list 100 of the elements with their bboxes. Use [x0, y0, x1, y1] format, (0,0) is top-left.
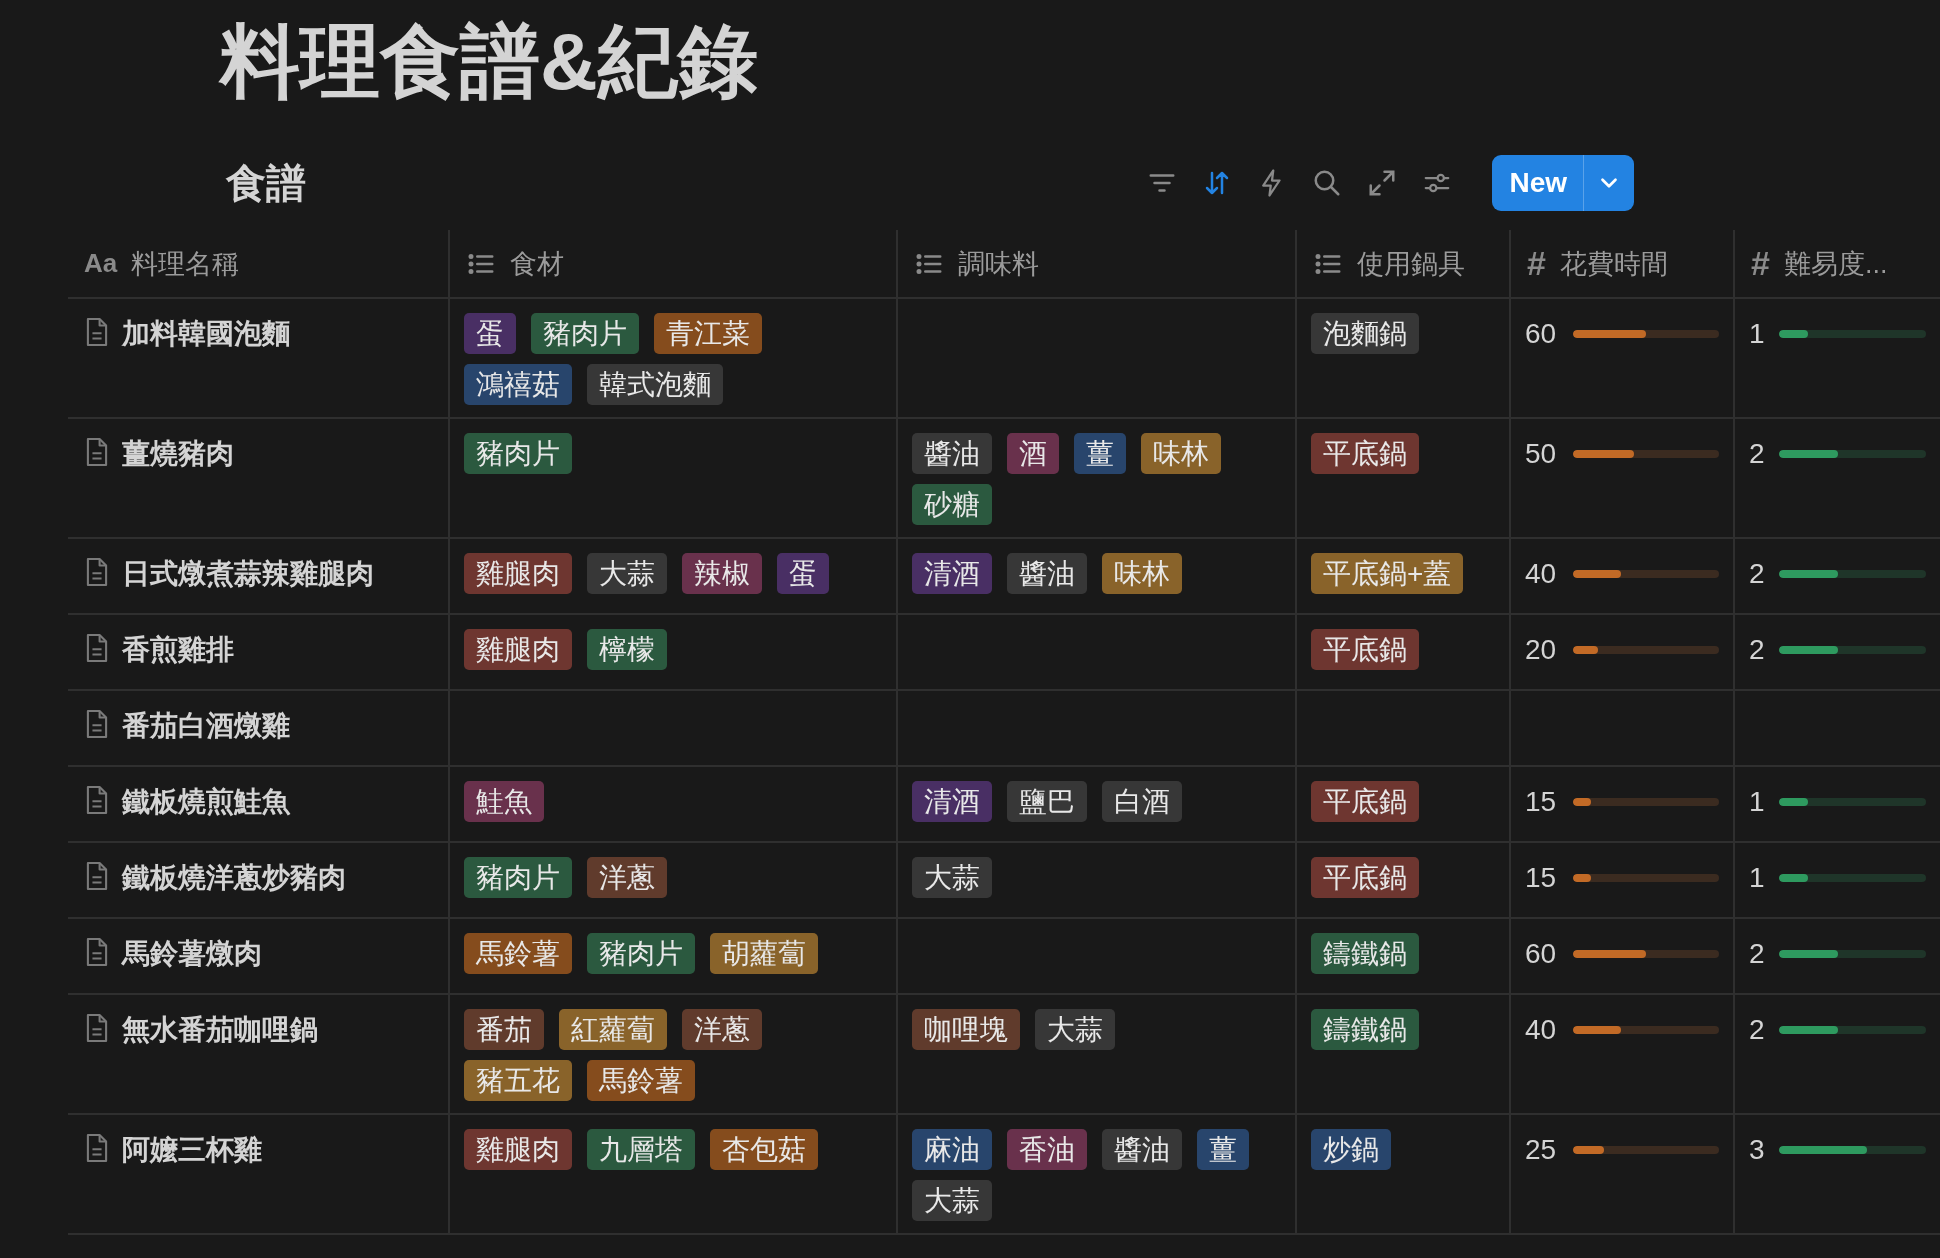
- number-value: 60: [1525, 937, 1558, 971]
- new-button[interactable]: New: [1492, 155, 1634, 211]
- tag: 洋蔥: [587, 857, 667, 898]
- tag: 薑: [1197, 1129, 1249, 1170]
- number-value: 1: [1749, 317, 1765, 351]
- number-value: 40: [1525, 1013, 1558, 1047]
- tag: 酒: [1007, 433, 1059, 474]
- tag: 辣椒: [682, 553, 762, 594]
- tag: 鑄鐵鍋: [1311, 1009, 1419, 1050]
- tag: 砂糖: [912, 484, 992, 525]
- tag: 鹽巴: [1007, 781, 1087, 822]
- tag: 鮭魚: [464, 781, 544, 822]
- page-icon: [84, 631, 110, 665]
- page-icon: [84, 707, 110, 741]
- recipe-name[interactable]: 加料韓國泡麵: [122, 313, 290, 354]
- recipe-name[interactable]: 鐵板燒洋蔥炒豬肉: [122, 857, 346, 898]
- number-value: 50: [1525, 437, 1558, 471]
- recipe-name[interactable]: 鐵板燒煎鮭魚: [122, 781, 290, 822]
- tag: 大蒜: [1035, 1009, 1115, 1050]
- number-value: 3: [1749, 1133, 1765, 1167]
- tag: 醬油: [1102, 1129, 1182, 1170]
- column-header[interactable]: Aa 料理名稱: [68, 230, 448, 297]
- tag: 平底鍋: [1311, 629, 1419, 670]
- page-icon: [84, 783, 110, 817]
- number-value: 2: [1749, 633, 1765, 667]
- tag: 味林: [1141, 433, 1221, 474]
- tag: 韓式泡麵: [587, 364, 723, 405]
- tag: 平底鍋: [1311, 857, 1419, 898]
- tag: 咖哩塊: [912, 1009, 1020, 1050]
- tag: 清酒: [912, 553, 992, 594]
- tag: 大蒜: [912, 1180, 992, 1221]
- recipe-name[interactable]: 薑燒豬肉: [122, 433, 234, 474]
- tag: 杏包菇: [710, 1129, 818, 1170]
- tag: 平底鍋: [1311, 781, 1419, 822]
- tag: 洋蔥: [682, 1009, 762, 1050]
- tag: 豬肉片: [464, 433, 572, 474]
- tag: 炒鍋: [1311, 1129, 1391, 1170]
- page-icon: [84, 315, 110, 349]
- tag: 大蒜: [912, 857, 992, 898]
- view-title[interactable]: 食譜: [226, 155, 306, 211]
- recipe-name[interactable]: 無水番茄咖哩鍋: [122, 1009, 318, 1050]
- column-header[interactable]: # 花費時間: [1509, 230, 1733, 297]
- tag: 蛋: [777, 553, 829, 594]
- tag: 泡麵鍋: [1311, 313, 1419, 354]
- number-value: 20: [1525, 633, 1558, 667]
- tag: 檸檬: [587, 629, 667, 670]
- tag: 鑄鐵鍋: [1311, 933, 1419, 974]
- number-value: 1: [1749, 785, 1765, 819]
- recipe-name[interactable]: 日式燉煮蒜辣雞腿肉: [122, 553, 374, 594]
- tag: 豬肉片: [587, 933, 695, 974]
- tag: 平底鍋: [1311, 433, 1419, 474]
- tag: 雞腿肉: [464, 629, 572, 670]
- tag: 豬肉片: [531, 313, 639, 354]
- number-value: 1: [1749, 861, 1765, 895]
- recipe-name[interactable]: 馬鈴薯燉肉: [122, 933, 262, 974]
- tag: 紅蘿蔔: [559, 1009, 667, 1050]
- page-icon: [84, 1131, 110, 1165]
- tag: 青江菜: [654, 313, 762, 354]
- recipe-name[interactable]: 香煎雞排: [122, 629, 234, 670]
- number-value: 60: [1525, 317, 1558, 351]
- tag: 白酒: [1102, 781, 1182, 822]
- number-value: 25: [1525, 1133, 1558, 1167]
- tag: 番茄: [464, 1009, 544, 1050]
- number-value: 40: [1525, 557, 1558, 591]
- page-icon: [84, 555, 110, 589]
- column-header[interactable]: 食材: [448, 230, 896, 297]
- page-icon: [84, 1011, 110, 1045]
- number-value: 15: [1525, 785, 1558, 819]
- tag: 胡蘿蔔: [710, 933, 818, 974]
- tag: 醬油: [1007, 553, 1087, 594]
- tag: 薑: [1074, 433, 1126, 474]
- tag: 平底鍋+蓋: [1311, 553, 1464, 594]
- tag: 香油: [1007, 1129, 1087, 1170]
- tag: 鴻禧菇: [464, 364, 572, 405]
- page-icon: [84, 935, 110, 969]
- tag: 清酒: [912, 781, 992, 822]
- page-icon: [84, 435, 110, 469]
- column-header[interactable]: 調味料: [896, 230, 1295, 297]
- page-title: 料理食譜&紀錄: [217, 16, 759, 108]
- column-header[interactable]: # 難易度...: [1733, 230, 1940, 297]
- tag: 馬鈴薯: [464, 933, 572, 974]
- tag: 馬鈴薯: [587, 1060, 695, 1101]
- tag: 味林: [1102, 553, 1182, 594]
- tag: 豬五花: [464, 1060, 572, 1101]
- tag: 大蒜: [587, 553, 667, 594]
- tag: 豬肉片: [464, 857, 572, 898]
- number-value: 2: [1749, 937, 1765, 971]
- tag: 麻油: [912, 1129, 992, 1170]
- expand-icon[interactable]: [1367, 168, 1398, 198]
- number-value: 2: [1749, 437, 1765, 471]
- number-value: 15: [1525, 861, 1558, 895]
- recipe-name[interactable]: 阿嬤三杯雞: [122, 1129, 262, 1170]
- page-icon: [84, 859, 110, 893]
- tag: 醬油: [912, 433, 992, 474]
- tag: 蛋: [464, 313, 516, 354]
- number-value: 2: [1749, 557, 1765, 591]
- column-header[interactable]: 使用鍋具: [1295, 230, 1509, 297]
- tag: 雞腿肉: [464, 553, 572, 594]
- tag: 雞腿肉: [464, 1129, 572, 1170]
- recipe-name[interactable]: 番茄白酒燉雞: [122, 705, 290, 746]
